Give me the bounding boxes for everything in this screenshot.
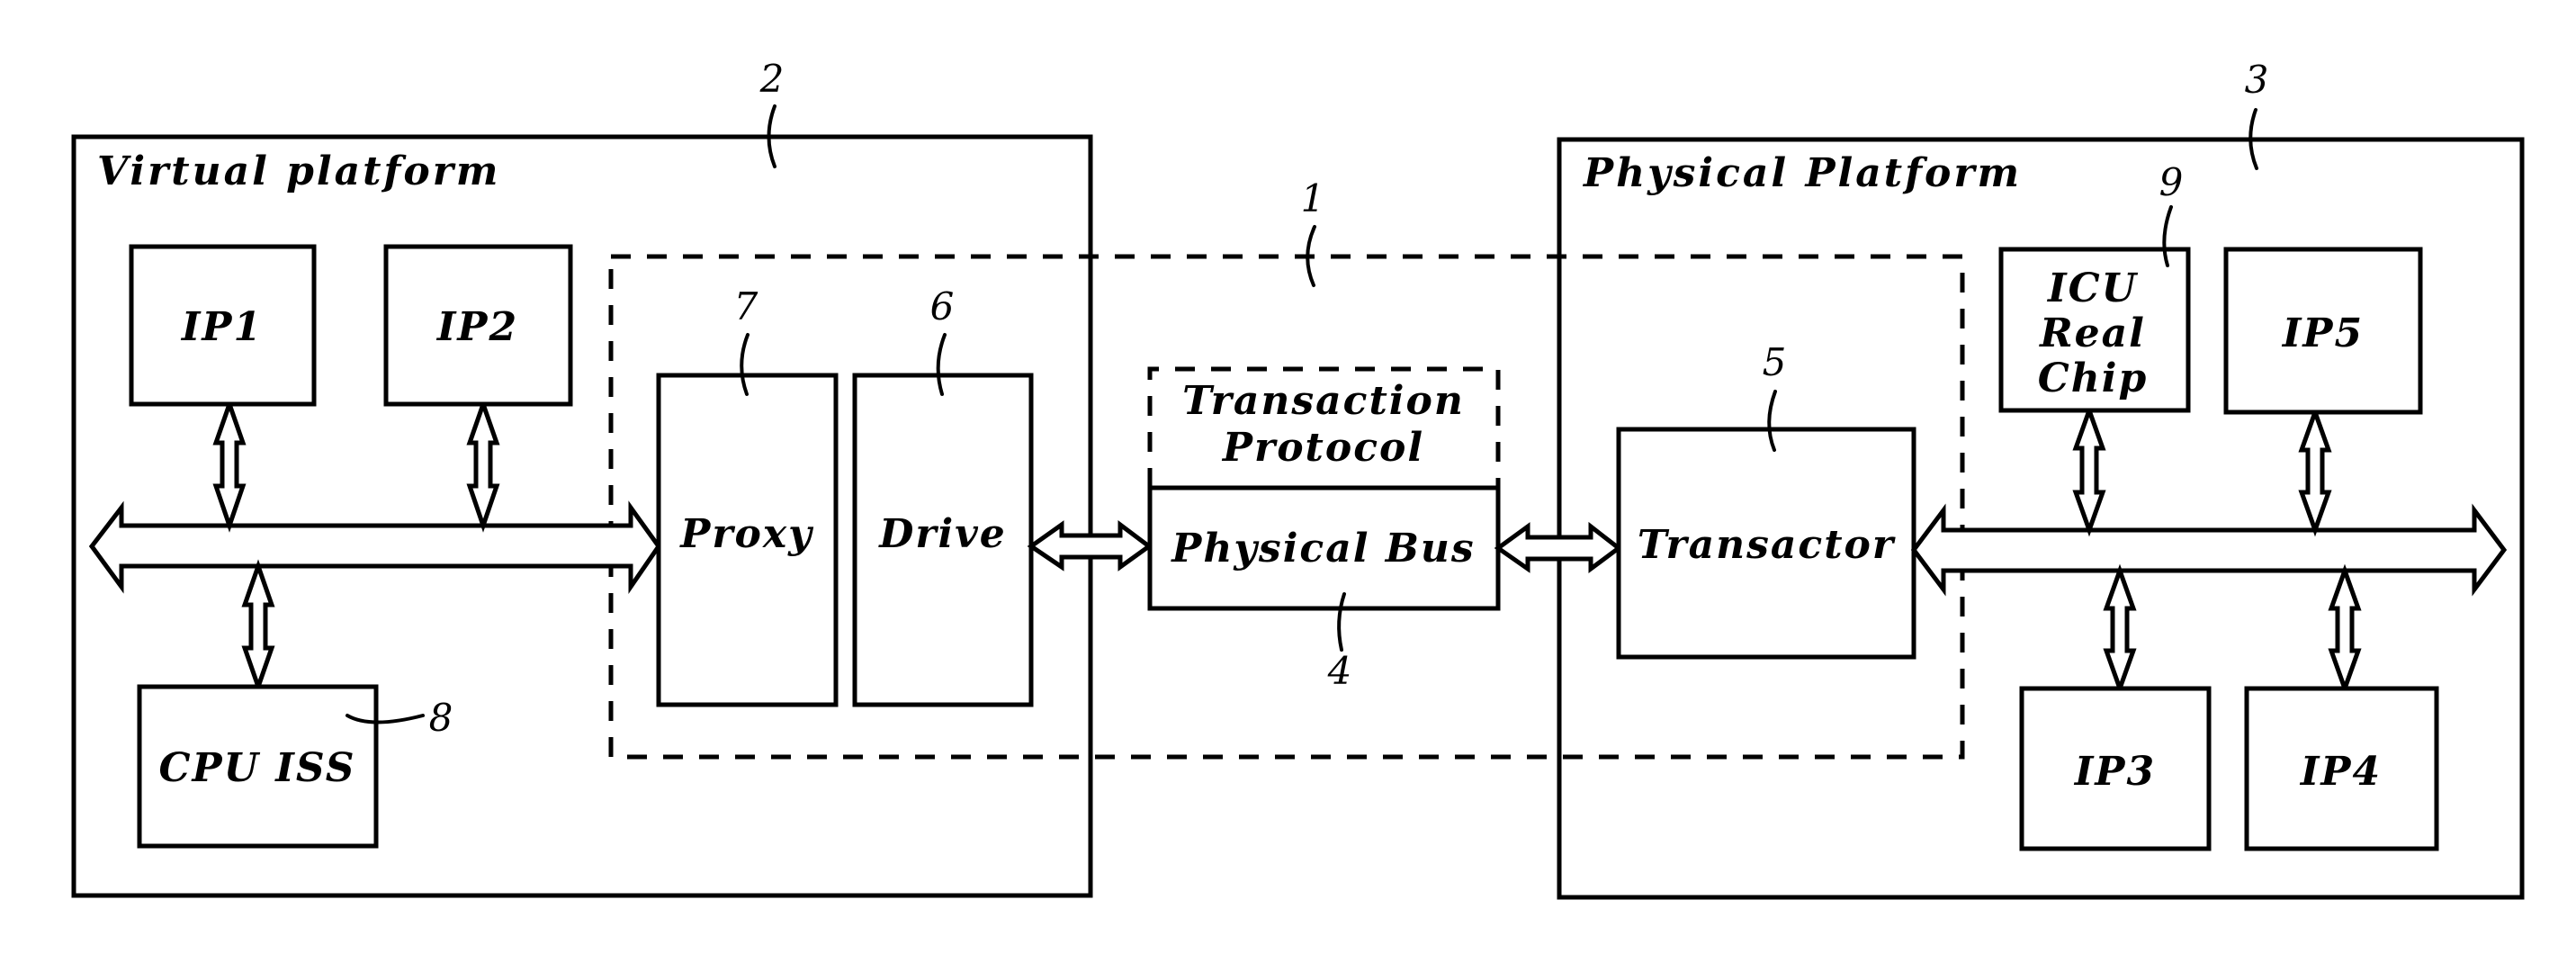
icu-label-line1: ICU — [2046, 266, 2139, 311]
proxy-label: Proxy — [678, 511, 814, 557]
ip4-label: IP4 — [2299, 749, 2382, 795]
ip3-label: IP3 — [2073, 749, 2156, 795]
drive-block: Drive — [852, 373, 1034, 707]
cpu-iss-label: CPU ISS — [159, 745, 356, 791]
transaction-protocol-label-line2: Protocol — [1221, 425, 1424, 471]
ip5-bus-connector — [2298, 405, 2332, 537]
icu-label-line2: Real — [2038, 310, 2146, 356]
ip1-label: IP1 — [180, 304, 263, 350]
ip5-label: IP5 — [2281, 310, 2364, 356]
ref-numeral-1: 1 — [1301, 176, 1325, 220]
ref-numeral-2: 2 — [759, 57, 785, 101]
icu-bus-connector — [2072, 403, 2106, 537]
ip2-label: IP2 — [435, 304, 518, 350]
physical-bus-block: Physical Bus — [1147, 485, 1501, 611]
ip4-block: IP4 — [2244, 686, 2439, 851]
ref-numeral-5: 5 — [1763, 340, 1787, 384]
ref-numeral-8: 8 — [429, 696, 453, 740]
ref-numeral-4: 4 — [1327, 649, 1352, 693]
physical-platform-title: Physical Platform — [1582, 150, 2022, 196]
icu-label-line3: Chip — [2038, 356, 2149, 401]
ip3-block: IP3 — [2019, 686, 2212, 851]
ip4-bus-connector — [2328, 563, 2362, 696]
physical-bus-wide-arrow — [1910, 503, 2508, 597]
physical-bus-label: Physical Bus — [1170, 526, 1475, 572]
transaction-protocol-label-line1: Transaction — [1182, 378, 1465, 424]
ip1-block: IP1 — [129, 244, 317, 407]
ip2-bus-connector — [466, 397, 500, 533]
ip5-block: IP5 — [2223, 247, 2423, 415]
ref-numeral-7: 7 — [734, 284, 758, 328]
ip2-block: IP2 — [383, 244, 573, 407]
virtual-platform-title: Virtual platform — [97, 148, 500, 194]
proxy-block: Proxy — [656, 373, 839, 707]
ip3-bus-connector — [2103, 563, 2137, 696]
cpu-bus-connector — [241, 559, 275, 694]
ref-numeral-3: 3 — [2245, 58, 2269, 102]
block-diagram: Virtual platform Physical Platform IP1 I… — [71, 57, 2525, 900]
ref-numeral-9: 9 — [2159, 160, 2184, 204]
ref-numeral-6: 6 — [930, 284, 955, 328]
cpu-iss-block: CPU ISS — [137, 684, 379, 849]
transactor-label: Transactor — [1638, 522, 1896, 568]
virtual-bus-arrow — [88, 500, 662, 595]
drive-label: Drive — [877, 511, 1007, 557]
ip1-bus-connector — [212, 397, 247, 533]
transactor-block: Transactor — [1616, 427, 1916, 660]
icu-real-chip-block: ICU Real Chip — [1998, 247, 2191, 413]
